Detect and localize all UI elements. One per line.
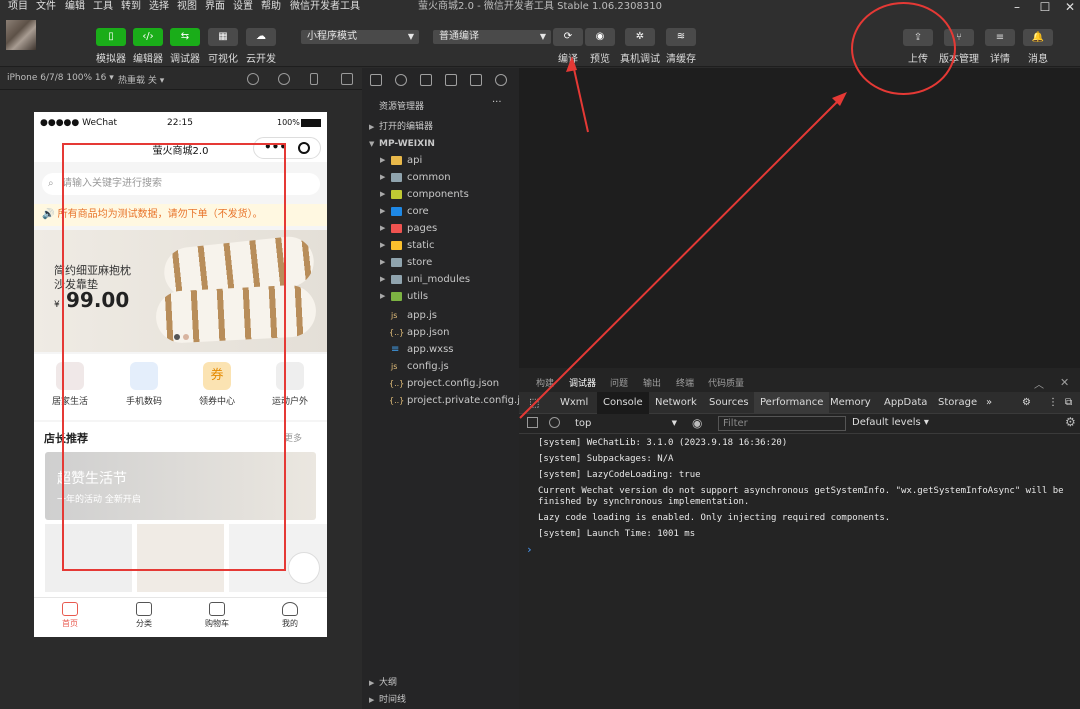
annotation-arrows	[519, 56, 847, 419]
annotation-arrow-line	[571, 59, 589, 133]
annotation-arrowhead	[566, 56, 577, 72]
annotation-arrow-line	[519, 95, 844, 419]
